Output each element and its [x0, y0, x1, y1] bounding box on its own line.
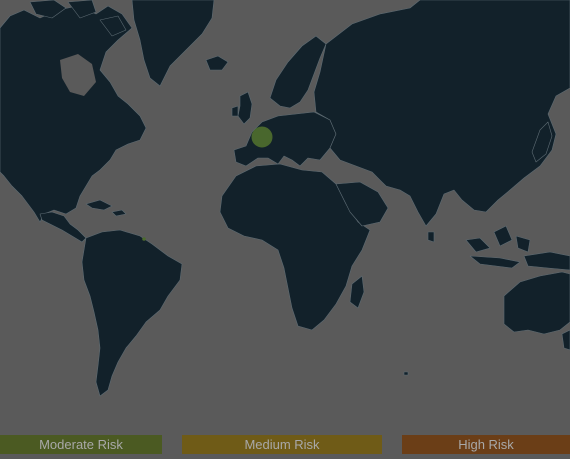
risk-marker-guadeloupe[interactable] — [142, 237, 146, 241]
british-isles[interactable] — [231, 91, 253, 125]
central-america[interactable] — [39, 211, 87, 243]
south-america[interactable] — [81, 229, 183, 397]
north-america[interactable] — [0, 5, 147, 223]
sri-lanka[interactable] — [427, 231, 435, 243]
legend-moderate-risk: Moderate Risk — [0, 435, 162, 454]
small-island[interactable] — [403, 371, 409, 376]
world-map[interactable] — [0, 0, 570, 425]
new-zealand[interactable] — [561, 329, 570, 351]
europe[interactable] — [233, 111, 337, 167]
greenland[interactable] — [131, 0, 215, 87]
legend-medium-risk: Medium Risk — [182, 435, 382, 454]
caribbean-islands[interactable] — [85, 199, 127, 217]
risk-map-view: Moderate Risk Medium Risk High Risk — [0, 0, 570, 459]
madagascar[interactable] — [349, 275, 365, 309]
iceland[interactable] — [205, 55, 229, 71]
legend-high-risk: High Risk — [402, 435, 570, 454]
australia[interactable] — [503, 271, 570, 335]
southeast-asia-islands[interactable] — [465, 225, 570, 271]
risk-marker-france[interactable] — [251, 126, 273, 148]
